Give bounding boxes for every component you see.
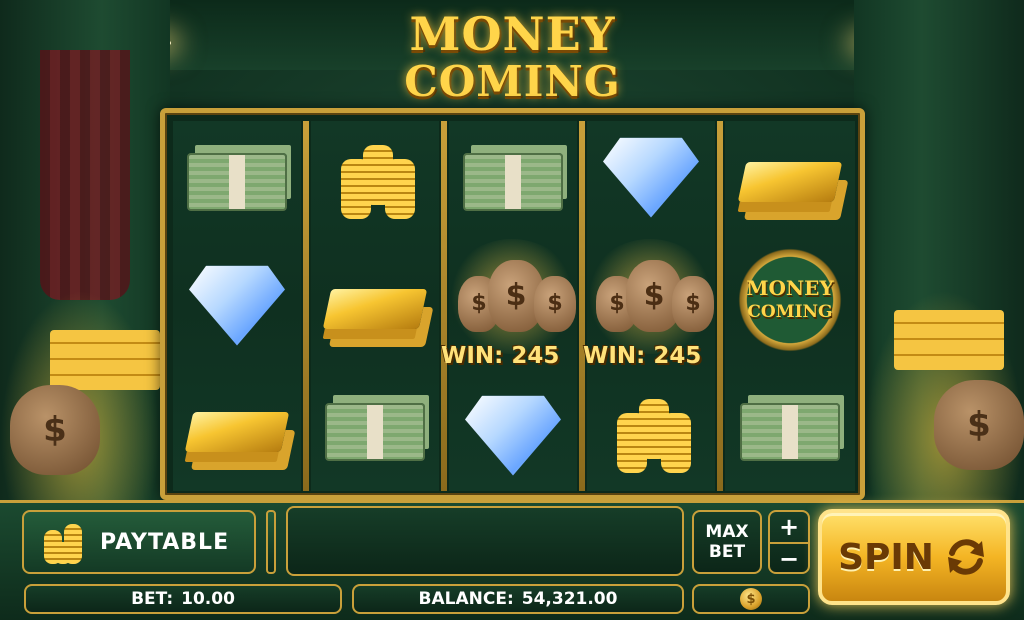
reel-divider [579,121,585,491]
bet-decrease-button[interactable]: − [770,544,808,574]
curtain [40,50,130,300]
coin-stack-icon [42,520,86,564]
balance-label: BALANCE: [418,589,514,609]
coin-icon: $ [740,588,762,610]
logo-line1: MONEY [409,7,616,61]
balance-display: BALANCE: 54,321.00 [352,584,684,614]
game-logo: MONEY COMING [385,10,640,120]
coin-display: $ [692,584,810,614]
balance-value: 54,321.00 [521,589,618,609]
reel-5: MONEY COMING [725,121,855,491]
max-bet-button[interactable]: MAX BET [692,510,762,574]
bet-stepper: + − [768,510,810,574]
bet-value: 10.00 [181,589,235,609]
reel-divider [441,121,447,491]
reels-frame: $ $ $ WIN: 245 $ $ $ WIN: 245 MONEY COMI… [160,108,865,500]
gold-coins-icon [320,129,430,234]
scatter-line1: MONEY [746,275,834,300]
cash-stack-icon [458,129,568,234]
reel-1 [173,121,301,491]
max-bet-label-line2: BET [708,542,746,562]
gold-bars-pile [50,330,160,390]
treasure-pile-left: $ [0,290,160,500]
refresh-icon [947,539,984,575]
paytable-button[interactable]: PAYTABLE [22,510,256,574]
spin-button[interactable]: SPIN [818,509,1010,605]
diamond-icon [182,253,292,358]
reel-3: $ $ $ WIN: 245 [441,121,577,491]
win-amount-label: WIN: 245 [583,343,702,369]
cash-stack-icon [320,379,430,484]
logo-line2: COMING [404,57,621,106]
reel-4: $ $ $ WIN: 245 [583,121,715,491]
gold-coins-icon [596,383,706,488]
gold-bar-icon [735,129,845,234]
cash-stack-icon [735,379,845,484]
bet-display: BET: 10.00 [24,584,342,614]
money-bags-icon: $ $ $ [458,239,576,344]
scatter-line2: COMING [747,301,833,322]
treasure-pile-right: $ [864,290,1024,500]
paytable-label: PAYTABLE [100,529,230,555]
win-amount-label: WIN: 245 [441,343,560,369]
gold-bars-pile [894,310,1004,370]
diamond-icon [458,383,568,488]
max-bet-label-line1: MAX [705,522,749,542]
gold-bar-icon [320,256,430,361]
money-coming-scatter-icon: MONEY COMING [735,244,845,355]
reel-divider [717,121,723,491]
money-bag-icon: $ [10,385,100,475]
spin-label: SPIN [838,536,934,578]
bet-increase-button[interactable]: + [770,512,808,542]
bar-divider [266,510,276,574]
money-bag-icon: $ [934,380,1024,470]
reel-2 [311,121,439,491]
cash-stack-icon [182,129,292,234]
gold-bar-icon [182,379,292,484]
bet-label: BET: [131,589,174,609]
money-bags-icon: $ $ $ [596,239,714,344]
win-message-display [286,506,684,576]
reel-divider [303,121,309,491]
diamond-icon [596,125,706,230]
